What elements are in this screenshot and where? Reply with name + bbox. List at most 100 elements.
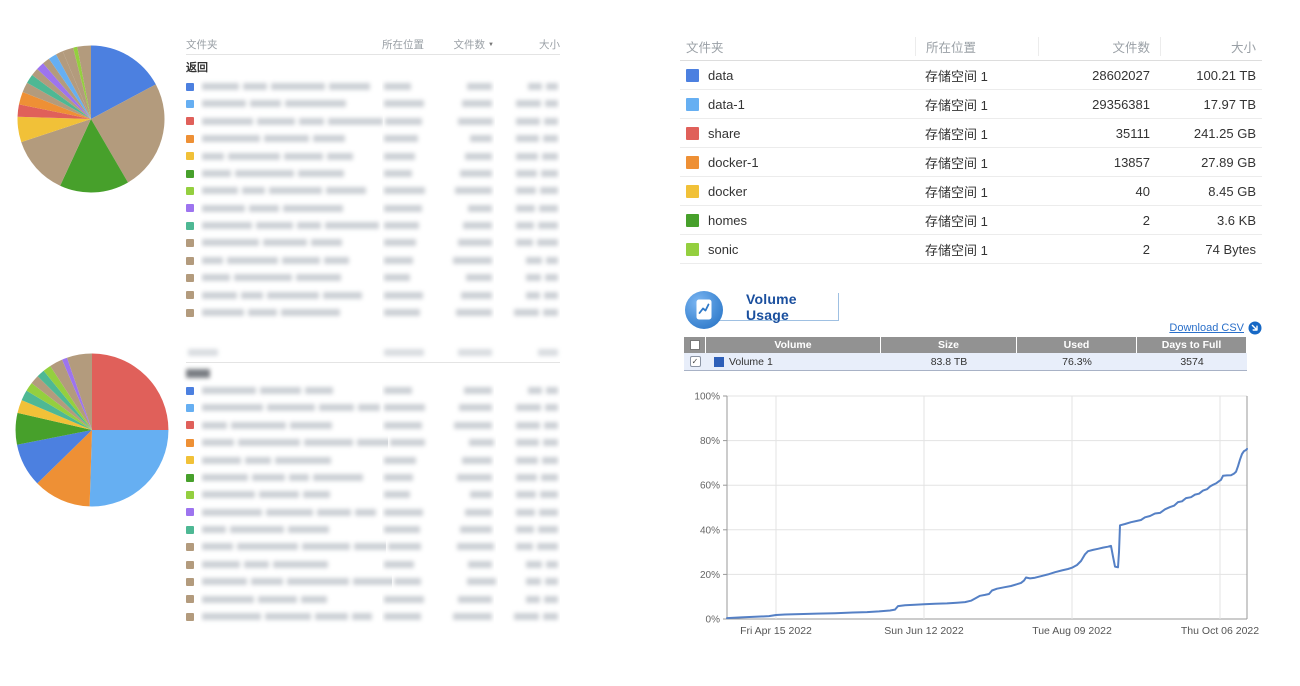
select-all-checkbox[interactable] xyxy=(690,340,700,350)
folder-color-swatch xyxy=(186,456,194,464)
folder-file-count: 13857 xyxy=(1038,155,1160,170)
folder-row-docker-1[interactable]: docker-1存储空间 11385727.89 GB xyxy=(680,148,1262,177)
folder-color-swatch xyxy=(186,387,194,395)
column-header-size[interactable]: 大小 xyxy=(494,37,560,52)
redacted-folder-row[interactable] xyxy=(186,469,560,486)
redacted-folder-row[interactable] xyxy=(186,148,560,165)
folder-row-data-1[interactable]: data-1存储空间 12935638117.97 TB xyxy=(680,90,1262,119)
redacted-folder-row[interactable] xyxy=(186,539,560,556)
volume-row[interactable]: ✓ Volume 1 83.8 TB 76.3% 3574 xyxy=(684,353,1247,371)
redacted-folder-row[interactable] xyxy=(186,608,560,625)
redacted-column-header[interactable] xyxy=(382,346,442,358)
folder-row-sonic[interactable]: sonic存储空间 1274 Bytes xyxy=(680,235,1262,264)
column-header-location[interactable]: 所在位置 xyxy=(382,37,442,52)
folder-color-swatch xyxy=(186,421,194,429)
redacted-folder-row[interactable] xyxy=(186,399,560,416)
redacted-folder-row[interactable] xyxy=(186,573,560,590)
folder-row-share[interactable]: share存储空间 135111241.25 GB xyxy=(680,119,1262,148)
redacted-folder-row[interactable] xyxy=(186,417,560,434)
folder-color-swatch xyxy=(186,291,194,299)
column-header-volume: Volume xyxy=(706,337,881,353)
redacted-folder-row[interactable] xyxy=(186,130,560,147)
column-header-size[interactable]: 大小 xyxy=(1160,37,1262,56)
folder-color-swatch xyxy=(186,595,194,603)
folder-color-swatch xyxy=(686,243,699,256)
folder-name: docker xyxy=(708,184,747,199)
redacted-back-link[interactable] xyxy=(186,363,560,382)
download-csv-link[interactable]: Download CSV xyxy=(1169,322,1244,334)
redacted-column-header[interactable] xyxy=(186,346,382,358)
x-axis-tick-label: Tue Aug 09 2022 xyxy=(1032,625,1112,637)
redacted-folder-row[interactable] xyxy=(186,434,560,451)
folder-file-count: 40 xyxy=(1038,184,1160,199)
redacted-folder-row[interactable] xyxy=(186,182,560,199)
redacted-table-header-row xyxy=(186,344,560,363)
redacted-folder-row[interactable] xyxy=(186,78,560,95)
column-header-location[interactable]: 所在位置 xyxy=(915,37,1038,56)
redacted-folder-row[interactable] xyxy=(186,235,560,252)
folder-file-count: 28602027 xyxy=(1038,68,1160,83)
folder-row-homes[interactable]: homes存储空间 123.6 KB xyxy=(680,206,1262,235)
redacted-folder-row[interactable] xyxy=(186,252,560,269)
download-arrow-icon[interactable] xyxy=(1248,321,1262,335)
column-header-folder[interactable]: 文件夹 xyxy=(186,37,382,52)
y-axis-tick-label: 20% xyxy=(700,570,720,581)
redacted-column-header[interactable] xyxy=(494,346,560,358)
folder-size: 241.25 GB xyxy=(1160,126,1262,141)
folder-color-swatch xyxy=(686,69,699,82)
column-header-used: Used xyxy=(1017,337,1137,353)
redacted-folder-row[interactable] xyxy=(186,113,560,130)
download-csv[interactable]: Download CSV xyxy=(1169,321,1262,335)
folder-color-swatch xyxy=(186,274,194,282)
folder-color-swatch xyxy=(686,214,699,227)
redacted-folder-row[interactable] xyxy=(186,452,560,469)
folder-color-swatch xyxy=(186,508,194,516)
redacted-folder-row[interactable] xyxy=(186,382,560,399)
redacted-folder-row[interactable] xyxy=(186,486,560,503)
folder-name: share xyxy=(708,126,741,141)
column-header-filecount[interactable]: 文件数▼ xyxy=(442,37,494,52)
back-link[interactable]: 返回 xyxy=(186,55,560,78)
redacted-folder-row[interactable] xyxy=(186,95,560,112)
x-axis-tick-label: Fri Apr 15 2022 xyxy=(740,625,812,637)
volume-usage-titlebox: Volume Usage xyxy=(706,293,839,321)
column-header-filecount[interactable]: 文件数 xyxy=(1038,37,1160,56)
volume-table-header: Volume Size Used Days to Full xyxy=(684,337,1247,353)
redacted-folder-row[interactable] xyxy=(186,217,560,234)
folder-location: 存储空间 1 xyxy=(915,124,1038,143)
folder-color-swatch xyxy=(186,439,194,447)
redacted-folder-row[interactable] xyxy=(186,200,560,217)
folder-location: 存储空间 1 xyxy=(915,211,1038,230)
y-axis-tick-label: 100% xyxy=(694,392,720,403)
pie-slice xyxy=(92,354,168,430)
folder-row-data[interactable]: data存储空间 128602027100.21 TB xyxy=(680,61,1262,90)
select-all-cell[interactable] xyxy=(684,337,706,353)
folder-color-swatch xyxy=(186,187,194,195)
redacted-folder-row[interactable] xyxy=(186,269,560,286)
folder-color-swatch xyxy=(186,83,194,91)
column-header-folder[interactable]: 文件夹 xyxy=(680,37,915,56)
column-header-size: Size xyxy=(881,337,1017,353)
folder-color-swatch xyxy=(186,613,194,621)
redacted-folder-row[interactable] xyxy=(186,165,560,182)
folder-color-swatch xyxy=(186,117,194,125)
redacted-folder-row[interactable] xyxy=(186,287,560,304)
folder-name: data-1 xyxy=(708,97,745,112)
folder-name: sonic xyxy=(708,242,738,257)
redacted-column-header[interactable] xyxy=(442,346,494,358)
redacted-folder-row[interactable] xyxy=(186,504,560,521)
folder-row-docker[interactable]: docker存储空间 1408.45 GB xyxy=(680,177,1262,206)
redacted-folder-row[interactable] xyxy=(186,556,560,573)
redacted-folder-row[interactable] xyxy=(186,521,560,538)
folder-size: 8.45 GB xyxy=(1160,184,1262,199)
folder-color-swatch xyxy=(186,257,194,265)
folder-file-count: 2 xyxy=(1038,213,1160,228)
volume-checkbox[interactable]: ✓ xyxy=(690,356,701,367)
redacted-folder-row[interactable] xyxy=(186,304,560,321)
folder-size-pie-chart-top xyxy=(16,44,166,194)
folder-size: 17.97 TB xyxy=(1160,97,1262,112)
series-swatch xyxy=(714,357,724,367)
redacted-folder-row[interactable] xyxy=(186,591,560,608)
folder-color-swatch xyxy=(186,474,194,482)
folder-location: 存储空间 1 xyxy=(915,95,1038,114)
